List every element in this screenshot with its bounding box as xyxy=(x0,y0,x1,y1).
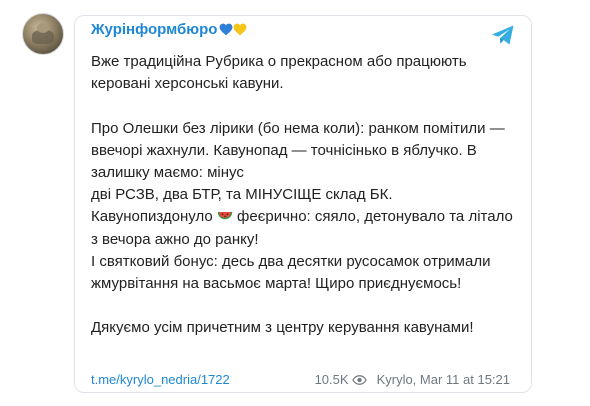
post-paragraph-thanks: Дякуємо усім причетним з центру керуванн… xyxy=(91,319,474,337)
yellow-heart-icon xyxy=(234,23,247,36)
post-line-losses: дві РСЗВ, два БТР, та МІНУСІЩЕ склад БК. xyxy=(91,186,393,204)
post-text: Вже традиційна Рубрика о прекрасном або … xyxy=(91,51,516,340)
telegram-widget: Журінформбюро Вже традиційна Рубрика о п… xyxy=(0,0,590,406)
watermelon-icon xyxy=(217,212,233,220)
post-line-explosion: Кавунопиздонуло xyxy=(91,208,213,226)
post-footer: t.me/kyrylo_nedria/1722 10.5K Kyrylo, Ma… xyxy=(91,372,516,390)
post-author-date[interactable]: Kyrylo, Mar 11 at 15:21 xyxy=(377,372,510,387)
blue-heart-icon xyxy=(220,23,233,36)
channel-avatar[interactable] xyxy=(22,13,64,55)
post-meta: 10.5K Kyrylo, Mar 11 at 15:21 xyxy=(315,372,510,387)
post-paragraph-intro: Вже традиційна Рубрика о прекрасном або … xyxy=(91,53,471,93)
telegram-logo-icon[interactable] xyxy=(490,22,516,48)
channel-name-label: Журінформбюро xyxy=(91,21,218,38)
view-count: 10.5K xyxy=(314,372,349,387)
eye-icon xyxy=(351,374,367,385)
channel-name[interactable]: Журінформбюро xyxy=(91,21,247,38)
post-paragraph-oleshky: Про Олешки без лірики (бо нема коли): ра… xyxy=(91,119,509,182)
post-paragraph-bonus: І святковий бонус: десь два десятки русо… xyxy=(91,252,495,293)
hearts xyxy=(219,23,247,36)
post-link[interactable]: t.me/kyrylo_nedria/1722 xyxy=(91,372,230,387)
